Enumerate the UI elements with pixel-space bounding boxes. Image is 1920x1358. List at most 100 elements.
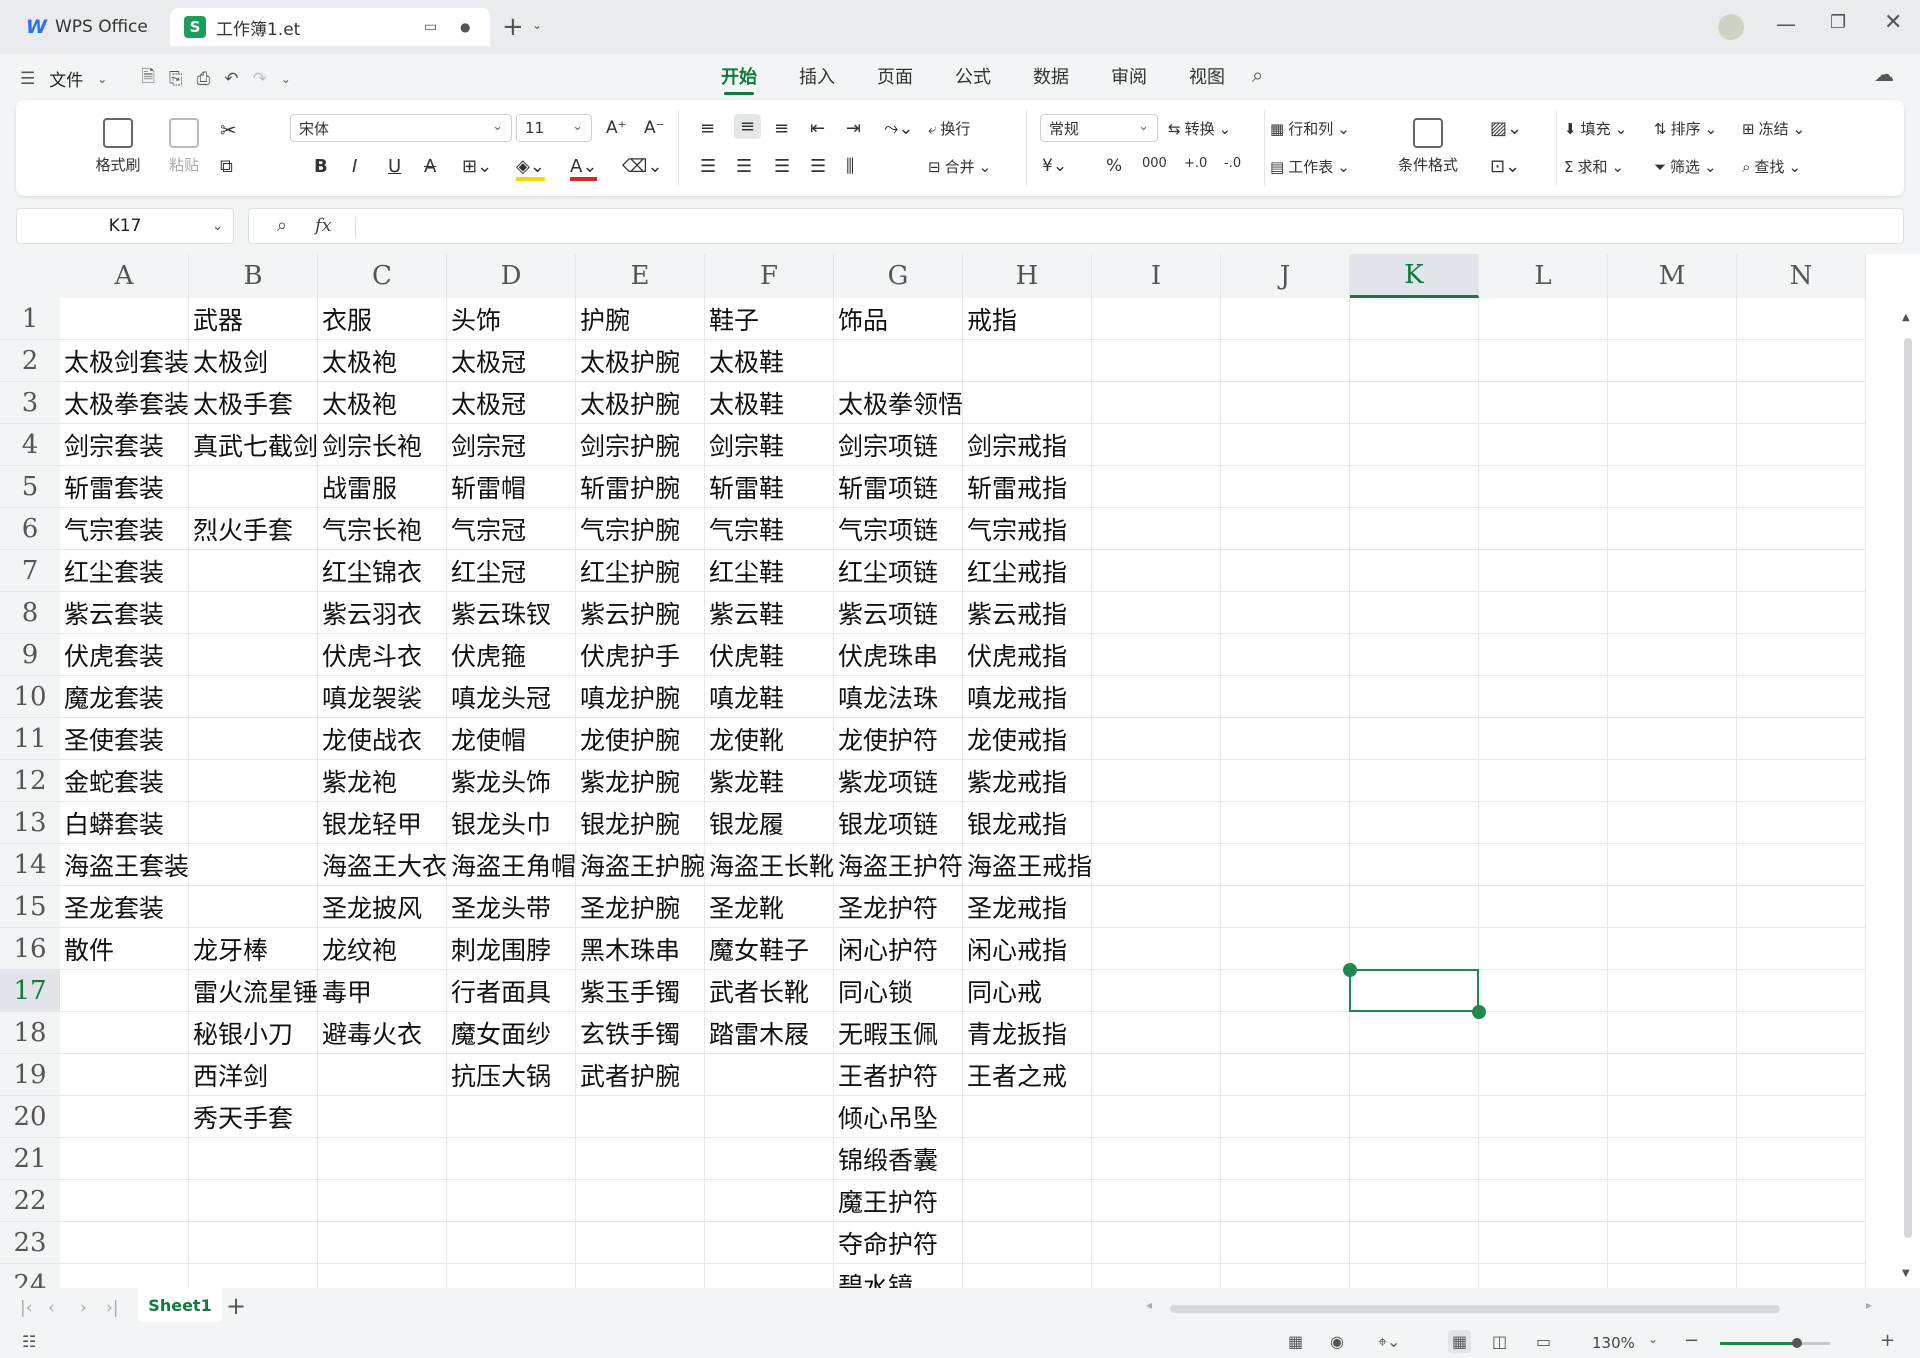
grid-cell[interactable] (963, 1096, 1092, 1138)
grid-cell[interactable] (1092, 382, 1221, 424)
row-header[interactable]: 23 (0, 1222, 60, 1264)
grid-cell[interactable]: 太极护腕 (576, 340, 705, 382)
grid-cell[interactable] (1092, 802, 1221, 844)
zoom-in-icon[interactable]: + (1880, 1330, 1895, 1351)
grid-cell[interactable]: 踏雷木屐 (705, 1012, 834, 1054)
grid-cell[interactable]: 饰品 (834, 298, 963, 340)
grid-cell[interactable]: 太极鞋 (705, 382, 834, 424)
selection-handle-top-left[interactable] (1343, 963, 1357, 977)
grid-cell[interactable] (1350, 1138, 1479, 1180)
tab-formula[interactable]: 公式 (934, 63, 1012, 93)
grid-cell[interactable]: 武者护腕 (576, 1054, 705, 1096)
grid-cell[interactable] (1608, 1012, 1737, 1054)
grid-cell[interactable] (1737, 928, 1866, 970)
column-header[interactable]: K (1350, 254, 1479, 298)
grid-cell[interactable]: 龙使帽 (447, 718, 576, 760)
grid-cell[interactable] (963, 1180, 1092, 1222)
grid-cell[interactable]: 气宗冠 (447, 508, 576, 550)
page-break-view-icon[interactable]: ▭ (1536, 1332, 1551, 1351)
row-header[interactable]: 8 (0, 592, 60, 634)
grid-cell[interactable] (189, 466, 318, 508)
grid-cell[interactable]: 银龙履 (705, 802, 834, 844)
grid-cell[interactable]: 紫云珠钗 (447, 592, 576, 634)
grid-cell[interactable]: 圣龙披风 (318, 886, 447, 928)
grid-cell[interactable]: 同心戒 (963, 970, 1092, 1012)
grid-cell[interactable] (1608, 718, 1737, 760)
grid-cell[interactable]: 龙使护符 (834, 718, 963, 760)
zoom-chevron-icon[interactable]: ⌄ (1648, 1332, 1658, 1346)
grid-cell[interactable] (1608, 298, 1737, 340)
text-direction-icon[interactable]: ⤳⌄ (884, 118, 913, 139)
grid-cell[interactable] (1221, 886, 1350, 928)
grid-cell[interactable]: 圣龙套装 (60, 886, 189, 928)
grid-cell[interactable]: 王者护符 (834, 1054, 963, 1096)
grid-cell[interactable] (1350, 802, 1479, 844)
cell-size-icon[interactable]: ⊡⌄ (1490, 156, 1520, 177)
grid-cell[interactable]: 气宗长袍 (318, 508, 447, 550)
grid-cell[interactable] (189, 592, 318, 634)
increase-font-icon[interactable]: A⁺ (606, 118, 627, 138)
grid-cell[interactable] (705, 1264, 834, 1288)
grid-cell[interactable]: 银龙头巾 (447, 802, 576, 844)
align-middle-icon[interactable]: ≡ (734, 114, 762, 139)
grid-cell[interactable] (1737, 676, 1866, 718)
grid-cell[interactable] (1479, 424, 1608, 466)
freeze-button[interactable]: ⊞ 冻结 ⌄ (1742, 118, 1805, 139)
grid-cell[interactable] (1092, 1264, 1221, 1288)
grid-cell[interactable] (1350, 760, 1479, 802)
tab-wps-office[interactable]: W WPS Office (14, 8, 164, 46)
grid-cell[interactable] (1737, 844, 1866, 886)
grid-cell[interactable]: 闲心护符 (834, 928, 963, 970)
grid-cell[interactable]: 戒指 (963, 298, 1092, 340)
grid-cell[interactable]: 红尘护腕 (576, 550, 705, 592)
column-header[interactable]: L (1479, 254, 1608, 298)
grid-cell[interactable] (705, 1138, 834, 1180)
grid-cell[interactable] (1737, 802, 1866, 844)
grid-cell[interactable] (1092, 340, 1221, 382)
grid-cell[interactable]: 太极拳领悟 (834, 382, 963, 424)
fill-button[interactable]: ⬇ 填充 ⌄ (1564, 118, 1627, 139)
row-header[interactable]: 2 (0, 340, 60, 382)
grid-cell[interactable] (1608, 1138, 1737, 1180)
grid-cell[interactable] (1608, 466, 1737, 508)
grid-cell[interactable]: 紫云护腕 (576, 592, 705, 634)
font-color-icon[interactable]: A⌄ (570, 156, 598, 181)
grid-cell[interactable] (1221, 970, 1350, 1012)
grid-cell[interactable]: 银龙轻甲 (318, 802, 447, 844)
sum-button[interactable]: Σ 求和 ⌄ (1564, 156, 1624, 177)
reading-view-icon[interactable]: ◫ (1492, 1332, 1507, 1351)
grid-cell[interactable] (1350, 424, 1479, 466)
number-format-select[interactable]: 常规 ⌄ (1040, 114, 1158, 142)
row-header[interactable]: 9 (0, 634, 60, 676)
column-header[interactable]: B (189, 254, 318, 298)
align-center-icon[interactable]: ☰ (736, 156, 752, 177)
grid-cell[interactable] (1350, 1012, 1479, 1054)
grid-cell[interactable] (1221, 1096, 1350, 1138)
grid-cell[interactable] (1092, 1222, 1221, 1264)
grid-cell[interactable] (1608, 844, 1737, 886)
grid-cell[interactable]: 雷火流星锤 (189, 970, 318, 1012)
grid-cell[interactable]: 剑宗鞋 (705, 424, 834, 466)
grid-cell[interactable]: 嗔龙戒指 (963, 676, 1092, 718)
grid-cell[interactable] (1221, 1222, 1350, 1264)
grid-cell[interactable] (318, 1054, 447, 1096)
add-sheet-icon[interactable]: + (226, 1292, 246, 1320)
row-header[interactable]: 20 (0, 1096, 60, 1138)
grid-cell[interactable]: 太极拳套装 (60, 382, 189, 424)
data-view-icon[interactable]: ▦ (1288, 1332, 1303, 1351)
grid-cell[interactable] (1737, 1096, 1866, 1138)
conditional-format-button[interactable]: 条件格式 (1388, 118, 1468, 175)
grid-cell[interactable]: 秀天手套 (189, 1096, 318, 1138)
hscroll-left-icon[interactable]: ◂ (1146, 1298, 1152, 1312)
grid-cell[interactable] (1608, 382, 1737, 424)
zoom-level[interactable]: 130% (1592, 1334, 1635, 1352)
row-header[interactable]: 10 (0, 676, 60, 718)
grid-cell[interactable] (1221, 718, 1350, 760)
grid-cell[interactable] (1608, 886, 1737, 928)
grid-cell[interactable]: 西洋剑 (189, 1054, 318, 1096)
grid-cell[interactable]: 白蟒套装 (60, 802, 189, 844)
tab-insert[interactable]: 插入 (778, 63, 856, 93)
grid-cell[interactable] (447, 1264, 576, 1288)
grid-cell[interactable]: 气宗护腕 (576, 508, 705, 550)
grid-cell[interactable] (963, 382, 1092, 424)
